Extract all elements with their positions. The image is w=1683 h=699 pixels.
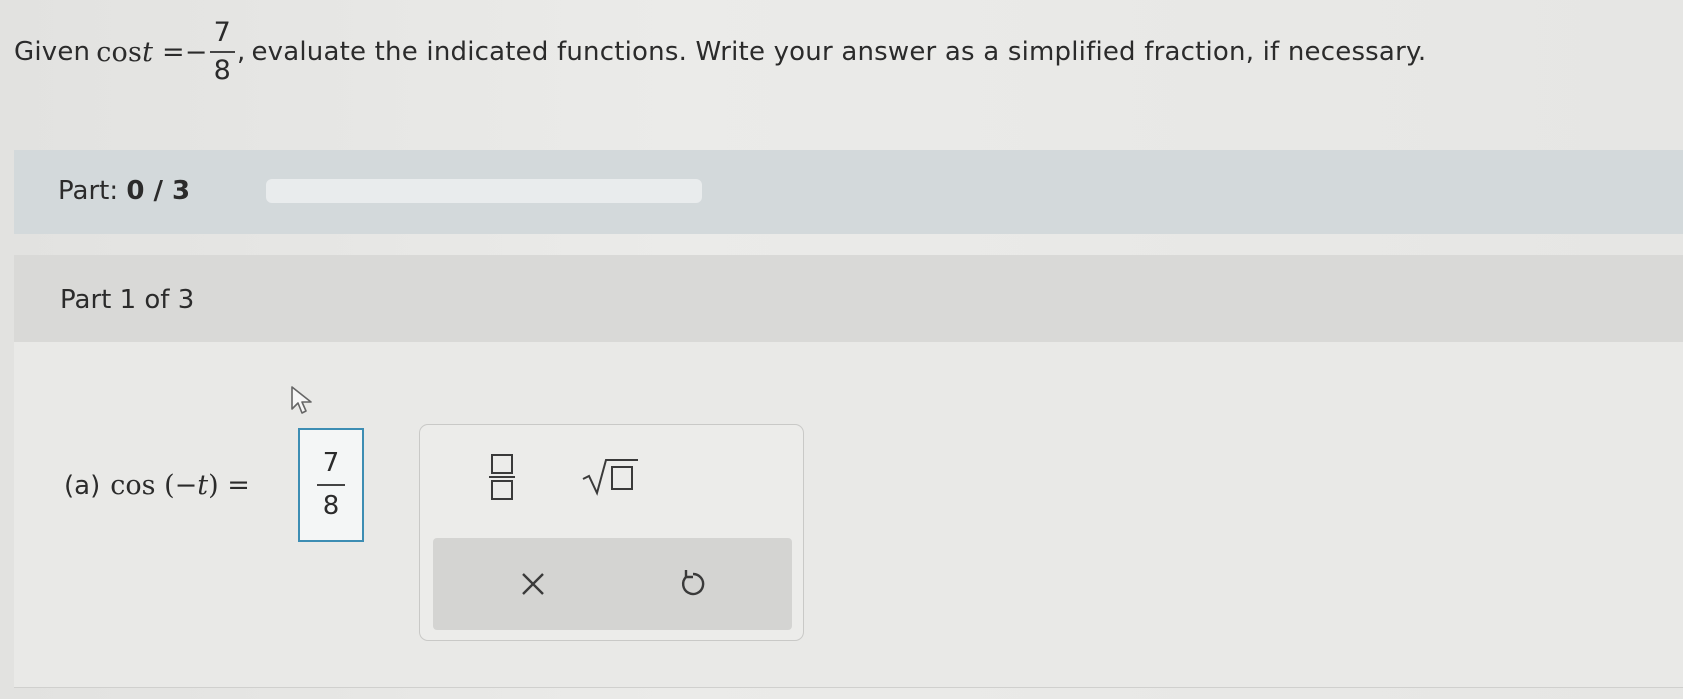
mouse-cursor-icon (290, 385, 318, 419)
question-func: cos (96, 36, 143, 68)
question-prefix: Given (14, 37, 91, 67)
question-a-label: (a) (64, 470, 101, 501)
question-fraction: 7 8 (209, 18, 235, 86)
question-a-close-paren: ) (208, 470, 219, 501)
fraction-template-icon[interactable] (472, 447, 532, 507)
progress-track (266, 179, 702, 203)
square-root-template-icon[interactable] (570, 447, 650, 507)
question-a-func: cos (110, 470, 156, 501)
question-a-math: cos (−t) = (110, 470, 250, 501)
question-a-open-paren: ( (164, 470, 175, 501)
question-var: t (142, 36, 154, 68)
question-comma: , (236, 37, 246, 67)
answer-denominator[interactable]: 8 (317, 486, 346, 521)
answer-numerator[interactable]: 7 (316, 449, 346, 486)
part-label-text: Part: (58, 176, 119, 206)
question-equals: = (161, 36, 185, 68)
clear-icon[interactable] (503, 556, 563, 612)
question-a-equals: = (227, 470, 250, 501)
math-input-palette (419, 424, 804, 641)
answer-input[interactable]: 7 8 (298, 428, 364, 542)
question-instruction: evaluate the indicated functions. Write … (251, 37, 1427, 67)
part-content-area (14, 342, 1683, 688)
question-prompt: Given cost =− 7 8 , evaluate the indicat… (14, 6, 1426, 98)
answer-fraction: 7 8 (316, 449, 346, 521)
part-progress-bar: Part: 0 / 3 (14, 150, 1683, 234)
question-math: cost =− (96, 37, 207, 68)
part-section-header: Part 1 of 3 (14, 255, 1683, 342)
undo-icon[interactable] (663, 556, 723, 612)
question-a: (a) cos (−t) = (64, 470, 250, 501)
question-denominator: 8 (213, 55, 231, 86)
part-progress-label: Part: 0 / 3 (58, 176, 190, 206)
question-numerator: 7 (209, 18, 235, 53)
question-a-arg: −t (174, 470, 209, 501)
part-progress-count: 0 / 3 (126, 176, 191, 206)
part-section-title: Part 1 of 3 (60, 285, 195, 315)
palette-action-bar (433, 538, 792, 630)
question-sign: − (184, 36, 208, 68)
